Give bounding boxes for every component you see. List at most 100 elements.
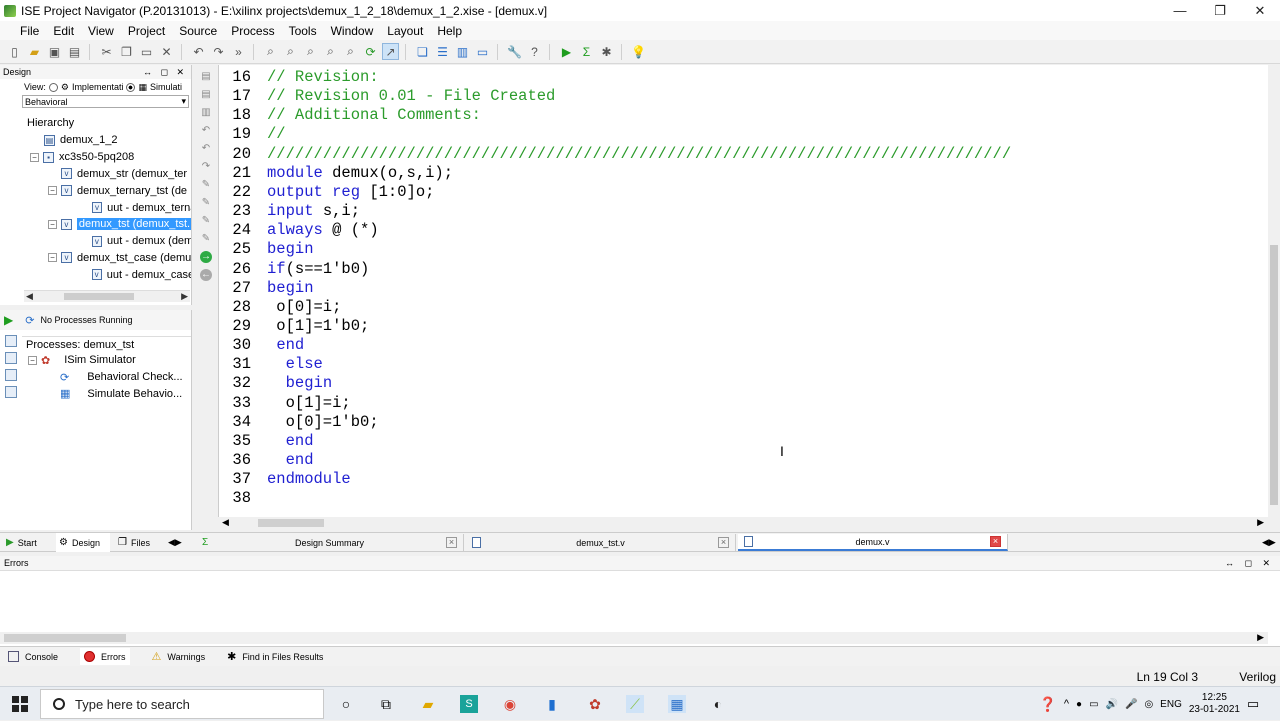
tile-horizontal-icon[interactable]: ☰ bbox=[434, 43, 451, 60]
more-chevron-icon[interactable]: » bbox=[230, 43, 247, 60]
pointer-tool-icon[interactable]: ↗ bbox=[382, 43, 399, 60]
sigma-icon[interactable]: Σ bbox=[578, 43, 595, 60]
tree-item[interactable]: ▤ demux_1_2 bbox=[0, 132, 191, 149]
collapse-icon[interactable]: − bbox=[48, 219, 57, 229]
menu-project[interactable]: Project bbox=[121, 24, 172, 38]
editor-tool-icon[interactable]: ↶ bbox=[200, 143, 212, 155]
tab-find-in-files[interactable]: ✱ Find in Files Results bbox=[227, 650, 323, 663]
menu-file[interactable]: File bbox=[4, 24, 46, 38]
collapse-icon[interactable]: − bbox=[48, 186, 57, 196]
speaker-icon[interactable]: 🔊 bbox=[1106, 699, 1118, 710]
tab-errors[interactable]: Errors bbox=[80, 648, 130, 665]
close-tab-icon[interactable]: × bbox=[990, 536, 1001, 547]
ise-taskbar-icon[interactable]: ⟋ bbox=[626, 695, 644, 713]
scroll-right-icon[interactable]: ▶ bbox=[1257, 517, 1264, 528]
editor-vertical-scrollbar[interactable] bbox=[1268, 65, 1280, 517]
code-line[interactable]: 18 // Additional Comments: bbox=[219, 106, 1259, 125]
menu-process[interactable]: Process bbox=[224, 24, 281, 38]
redo-icon[interactable]: ↷ bbox=[210, 43, 227, 60]
app-s-icon[interactable]: S bbox=[460, 695, 478, 713]
maximize-button[interactable]: ❐ bbox=[1200, 0, 1240, 21]
code-line[interactable]: 24 always @ (*) bbox=[219, 221, 1259, 240]
menu-source[interactable]: Source bbox=[172, 24, 224, 38]
code-line[interactable]: 30 end bbox=[219, 336, 1259, 355]
battery-icon[interactable]: ▭ bbox=[1089, 699, 1098, 710]
tree-item[interactable]: v uut - demux_case ( bbox=[0, 266, 191, 283]
window-icon[interactable]: ▭ bbox=[474, 43, 491, 60]
tab-design[interactable]: ⚙ Design bbox=[56, 533, 110, 552]
tree-item[interactable]: v uut - demux_ternai bbox=[0, 199, 191, 216]
code-line[interactable]: 32 begin bbox=[219, 374, 1259, 393]
editor-tool-icon[interactable]: ✎ bbox=[200, 179, 212, 191]
cut-icon[interactable]: ✂ bbox=[98, 43, 115, 60]
isim-taskbar-icon[interactable]: ✿ bbox=[586, 695, 604, 713]
code-line[interactable]: 25 begin bbox=[219, 240, 1259, 259]
tab-list-arrows[interactable]: ◀▶ bbox=[1262, 533, 1278, 552]
scrollbar-thumb[interactable] bbox=[64, 293, 134, 300]
scrollbar-thumb[interactable] bbox=[4, 634, 126, 642]
code-line[interactable]: 19 // bbox=[219, 125, 1259, 144]
copy-icon[interactable]: ❐ bbox=[118, 43, 135, 60]
scroll-right-icon[interactable]: ▶ bbox=[1257, 632, 1264, 643]
lightbulb-icon[interactable]: 💡 bbox=[630, 43, 647, 60]
panel-controls[interactable]: ↔ ◻ ✕ bbox=[143, 67, 187, 78]
tab-console[interactable]: Console bbox=[8, 651, 58, 662]
zoom-out-icon[interactable]: ⌕ bbox=[282, 43, 299, 60]
menu-window[interactable]: Window bbox=[324, 24, 381, 38]
cortana-icon[interactable]: ○ bbox=[337, 695, 355, 713]
code-line[interactable]: 35 end bbox=[219, 432, 1259, 451]
editor-tool-icon[interactable]: ↶ bbox=[200, 125, 212, 137]
editor-tool-icon[interactable]: ✎ bbox=[200, 215, 212, 227]
menu-view[interactable]: View bbox=[81, 24, 121, 38]
zoom-fit-icon[interactable]: ⌕ bbox=[302, 43, 319, 60]
task-view-icon[interactable]: ⧉ bbox=[377, 695, 395, 713]
tile-vertical-icon[interactable]: ▥ bbox=[454, 43, 471, 60]
code-line[interactable]: 22 output reg [1:0]o; bbox=[219, 183, 1259, 202]
run-process-icon[interactable]: ▶ bbox=[4, 313, 13, 327]
input-language[interactable]: ENG bbox=[1160, 699, 1182, 710]
editor-horizontal-scrollbar[interactable]: ◀ ▶ bbox=[218, 517, 1268, 529]
scroll-left-icon[interactable]: ◀ bbox=[26, 291, 33, 302]
editor-tool-icon[interactable]: ✎ bbox=[200, 233, 212, 245]
editor-tool-icon[interactable]: ✎ bbox=[200, 197, 212, 209]
find-icon[interactable]: ⌕ bbox=[342, 43, 359, 60]
tray-chevron-icon[interactable]: ^ bbox=[1064, 698, 1069, 710]
tab-scroll-arrows[interactable]: ◀▶ bbox=[168, 533, 190, 552]
close-tab-icon[interactable]: × bbox=[446, 537, 457, 548]
code-line[interactable]: 29 o[1]=1'b0; bbox=[219, 317, 1259, 336]
menu-help[interactable]: Help bbox=[430, 24, 469, 38]
code-editor[interactable]: 16 // Revision: 17 // Revision 0.01 - File … bbox=[218, 65, 1268, 517]
file-explorer-icon[interactable]: ▰ bbox=[419, 695, 437, 713]
tab-demux-v[interactable]: demux.v × bbox=[738, 534, 1008, 551]
go-forward-icon[interactable]: → bbox=[200, 251, 212, 263]
scrollbar-thumb[interactable] bbox=[1270, 245, 1278, 505]
run-icon[interactable]: ▶ bbox=[558, 43, 575, 60]
scroll-left-icon[interactable]: ◀ bbox=[222, 517, 229, 528]
tree-item[interactable]: v uut - demux (demu bbox=[0, 233, 191, 250]
minimize-button[interactable]: — bbox=[1160, 0, 1200, 21]
collapse-icon[interactable]: − bbox=[30, 152, 39, 162]
tab-files[interactable]: ❐ Files bbox=[118, 533, 166, 552]
tree-item[interactable]: − ▪ xc3s50-5pq208 bbox=[0, 149, 191, 166]
process-item-isim[interactable]: − ✿ ISim Simulator bbox=[0, 352, 191, 369]
go-back-icon[interactable]: ← bbox=[200, 269, 212, 281]
process-tool-icon[interactable] bbox=[5, 352, 17, 364]
process-tool-icon[interactable] bbox=[5, 369, 17, 381]
tab-start[interactable]: ▶ Start bbox=[6, 533, 48, 552]
paste-icon[interactable]: ▭ bbox=[138, 43, 155, 60]
menu-tools[interactable]: Tools bbox=[282, 24, 324, 38]
app-circle-icon[interactable]: ◐ bbox=[709, 695, 727, 713]
clock[interactable]: 12:25 23-01-2021 bbox=[1189, 692, 1240, 716]
properties-wrench-icon[interactable]: 🔧 bbox=[506, 43, 523, 60]
cascade-icon[interactable]: ❏ bbox=[414, 43, 431, 60]
collapse-icon[interactable]: − bbox=[28, 355, 37, 365]
refresh-icon[interactable]: ⟳ bbox=[362, 43, 379, 60]
chrome-icon[interactable]: ◉ bbox=[501, 695, 519, 713]
tab-demux-tst-v[interactable]: demux_tst.v × bbox=[466, 534, 736, 551]
code-line[interactable]: 16 // Revision: bbox=[219, 68, 1259, 87]
microphone-icon[interactable]: 🎤 bbox=[1125, 699, 1137, 710]
tab-warnings[interactable]: ⚠ Warnings bbox=[152, 650, 206, 663]
save-icon[interactable]: ▣ bbox=[46, 43, 63, 60]
code-line[interactable]: 17 // Revision 0.01 - File Created bbox=[219, 87, 1259, 106]
help-question-icon[interactable]: ? bbox=[526, 43, 543, 60]
